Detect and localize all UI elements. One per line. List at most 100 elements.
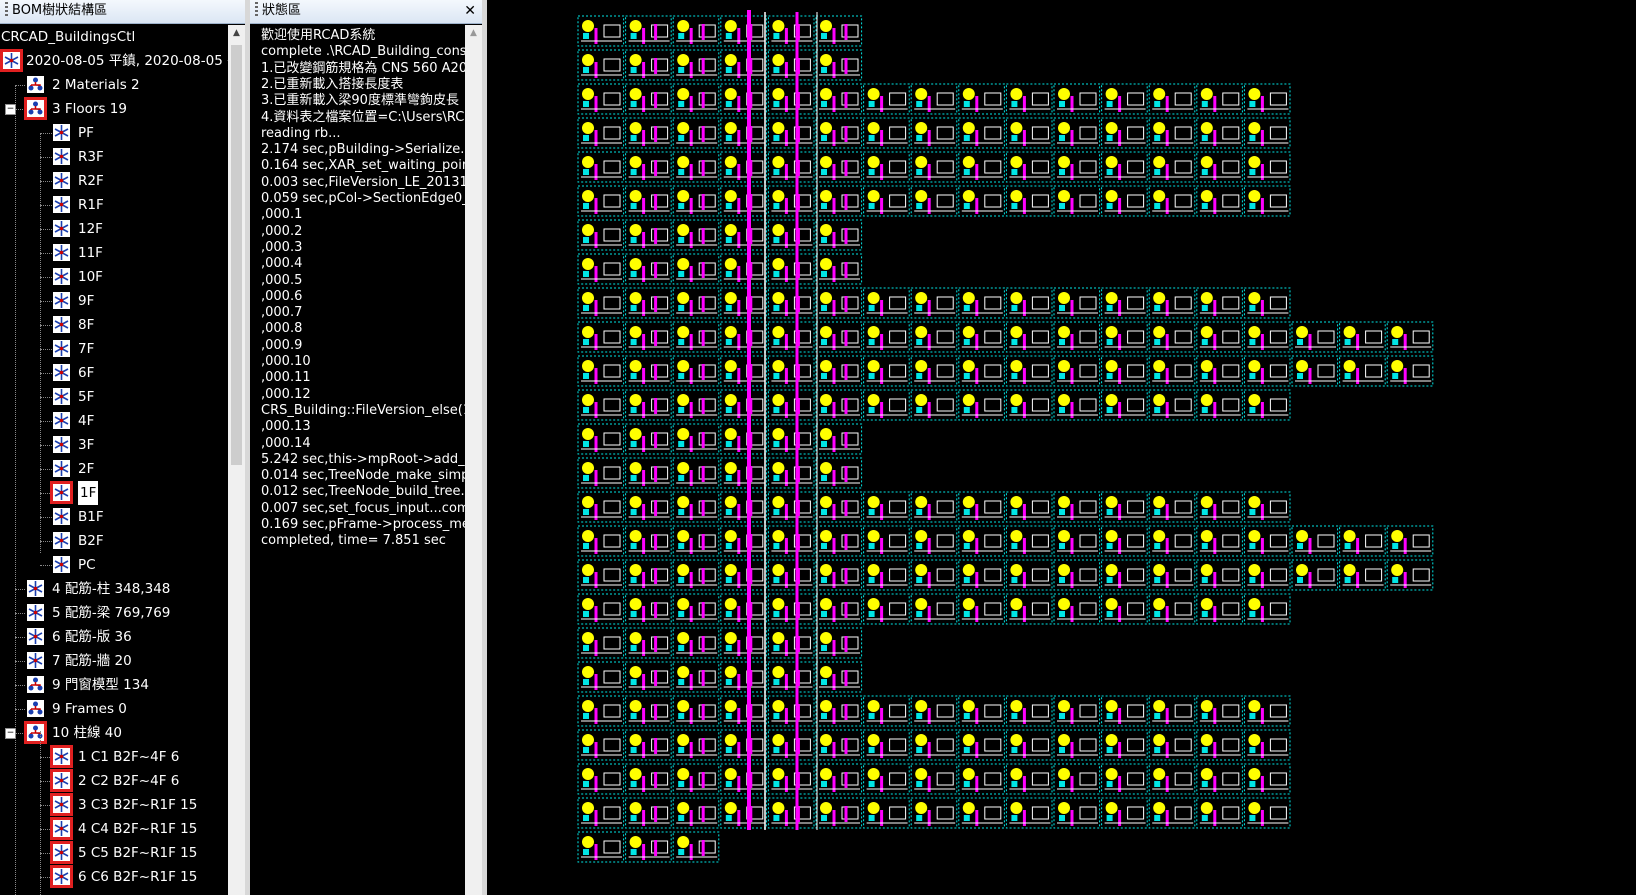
column-section (1058, 156, 1070, 168)
floor-icon (53, 532, 70, 549)
bom-tree-view[interactable]: CRCAD_BuildingsCtl 2020-08-05 平鎮, 2020-0… (0, 25, 228, 895)
tree-item-floor[interactable]: 11F (0, 241, 228, 265)
tree-item-floor[interactable]: B2F (0, 529, 228, 553)
column-section (1200, 700, 1213, 712)
tree-item-floor[interactable]: 9F (0, 289, 228, 313)
section-box (936, 160, 954, 174)
close-icon[interactable]: ✕ (464, 0, 476, 22)
tree-item-floor[interactable]: 3 C3 B2F~R1F 15 (0, 793, 228, 817)
tag-mark (916, 815, 923, 821)
tag-mark (1106, 713, 1113, 719)
scroll-up-icon[interactable]: ▲ (228, 25, 245, 42)
tag-mark (725, 509, 732, 515)
tree-item-floor[interactable]: 5 C5 B2F~R1F 15 (0, 841, 228, 865)
tag-mark (1106, 169, 1113, 175)
status-scrollbar[interactable]: ▲ (465, 25, 482, 895)
tree-item-floor[interactable]: 6F (0, 361, 228, 385)
status-line: ,000.6 (261, 288, 303, 304)
section-box (1222, 704, 1240, 718)
section-box (936, 500, 954, 514)
section-box (1174, 194, 1192, 208)
tree-item-floor[interactable]: 2 C2 B2F~4F 6 (0, 769, 228, 793)
column-section (820, 258, 832, 270)
tree-item-floor[interactable]: 2F (0, 457, 228, 481)
column-section (724, 156, 737, 168)
column-section (915, 190, 928, 202)
tree-item-floor[interactable]: 1 C1 B2F~4F 6 (0, 745, 228, 769)
tag-mark (916, 713, 923, 719)
tree-item[interactable]: 2 Materials 2 (0, 73, 228, 97)
column-section (1200, 768, 1213, 780)
tree-item-floor[interactable]: 3F (0, 433, 228, 457)
section-box (1174, 602, 1192, 616)
cad-drawing-canvas[interactable] (487, 0, 1636, 895)
column-section (677, 292, 690, 304)
tree-item[interactable]: 5 配筋-梁 769,769 (0, 601, 228, 625)
tree-item-floor[interactable]: 1F (0, 481, 228, 505)
tree-item-floor[interactable]: 6 C6 B2F~R1F 15 (0, 865, 228, 889)
tag-mark (821, 815, 827, 821)
drag-grip-icon[interactable] (5, 2, 8, 16)
tag-mark (821, 713, 827, 719)
tag-mark (1059, 611, 1065, 617)
tree-item[interactable]: 7 配筋-牆 20 (0, 649, 228, 673)
column-section (867, 360, 880, 372)
tree-item[interactable]: 4 配筋-柱 348,348 (0, 577, 228, 601)
tree-item-floor[interactable]: 5F (0, 385, 228, 409)
tree-item-floor[interactable]: 8F (0, 313, 228, 337)
tree-item-floor[interactable]: PC (0, 553, 228, 577)
tree-item[interactable]: 2020-08-05 平鎮, 2020-08-05 平 (0, 49, 228, 73)
column-section (677, 88, 690, 100)
column-section (1296, 326, 1308, 338)
tag-mark (916, 611, 923, 617)
tree-item[interactable]: 6 配筋-版 36 (0, 625, 228, 649)
tag-mark (868, 543, 875, 549)
tag-mark (1297, 543, 1303, 549)
drag-grip-icon[interactable] (255, 2, 258, 16)
tree-item-floor[interactable]: B1F (0, 505, 228, 529)
section-box (603, 534, 621, 548)
column-section (1391, 360, 1404, 372)
tree-item-floor[interactable]: R2F (0, 169, 228, 193)
tree-scrollbar[interactable]: ▲ (228, 25, 245, 895)
scroll-up-icon[interactable]: ▲ (465, 25, 482, 42)
section-box (1031, 330, 1049, 344)
tree-item-floor[interactable]: 10F (0, 265, 228, 289)
floor-icon (53, 196, 70, 213)
tag-mark (1011, 407, 1018, 413)
column-section (772, 530, 785, 542)
tree-item-label: 3 C3 B2F~R1F 15 (78, 797, 198, 813)
status-line: completed, time= 7.851 sec (261, 533, 446, 549)
tag-mark (1249, 135, 1256, 141)
tree-item-floor[interactable]: R1F (0, 193, 228, 217)
tree-item-floor[interactable]: 12F (0, 217, 228, 241)
column-section (1200, 360, 1213, 372)
tree-item[interactable]: −10 柱線 40 (0, 721, 228, 745)
building-icon (0, 49, 23, 72)
tree-item-floor[interactable]: R3F (0, 145, 228, 169)
tree-item[interactable]: −3 Floors 19 (0, 97, 228, 121)
section-box (936, 364, 954, 378)
scroll-thumb[interactable] (231, 45, 242, 465)
column-section (677, 326, 690, 338)
tag-mark (725, 577, 732, 583)
section-box (651, 24, 669, 38)
floor-icon (50, 841, 73, 864)
column-section (582, 292, 594, 304)
tree-item-floor[interactable]: 4 C4 B2F~R1F 15 (0, 817, 228, 841)
tree-item-floor[interactable]: PF (0, 121, 228, 145)
floor-icon (53, 292, 70, 309)
tree-item-floor[interactable]: 4F (0, 409, 228, 433)
column-section (772, 666, 785, 678)
column-section (677, 428, 690, 440)
section-box (1174, 160, 1192, 174)
tag-mark (678, 815, 685, 821)
tag-mark (678, 203, 685, 209)
tree-item[interactable]: 9 Frames 0 (0, 697, 228, 721)
column-section (1010, 292, 1023, 304)
floor-icon (53, 508, 70, 525)
tag-mark (773, 509, 780, 515)
section-box (1079, 500, 1097, 514)
tree-item-floor[interactable]: 7F (0, 337, 228, 361)
tree-item[interactable]: 9 門窗模型 134 (0, 673, 228, 697)
